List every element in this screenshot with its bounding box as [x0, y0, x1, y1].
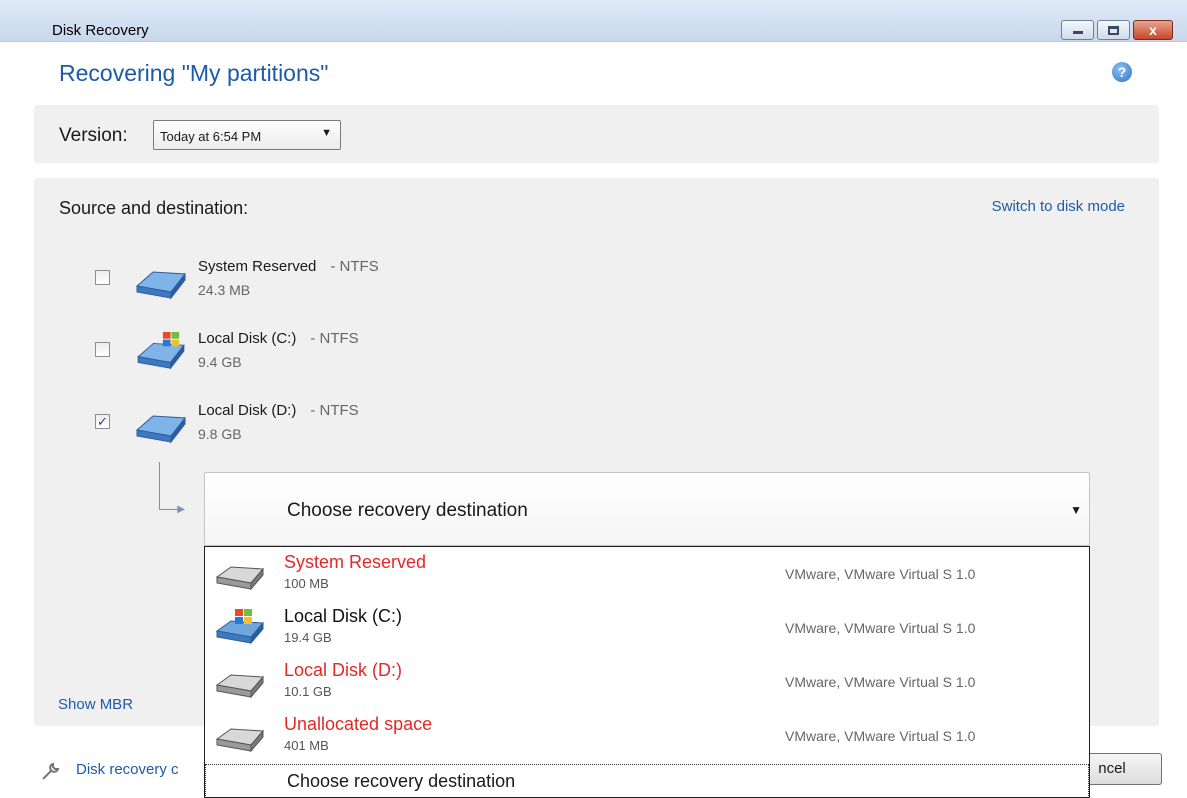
switch-to-disk-mode-link[interactable]: Switch to disk mode [992, 198, 1125, 215]
minimize-icon [1072, 31, 1083, 34]
partition-row-local-disk-c[interactable]: Local Disk (C:) - NTFS 9.4 GB [59, 330, 559, 375]
partition-size: 24.3 MB [198, 282, 251, 298]
destination-option-size: 100 MB [284, 576, 329, 591]
partition-checkbox[interactable] [95, 342, 110, 357]
arrow-right-icon: ▶ [177, 504, 185, 515]
page-title: Recovering "My partitions" [59, 60, 329, 86]
chevron-down-icon: ▼ [321, 127, 332, 139]
partition-size: 9.4 GB [198, 354, 242, 370]
wrench-icon [42, 762, 60, 780]
partition-fs: - NTFS [330, 258, 379, 275]
destination-option-name: System Reserved [284, 552, 427, 572]
drive-icon [215, 674, 265, 699]
partition-checkbox[interactable] [95, 270, 110, 285]
partition-row-local-disk-d[interactable]: ✓ Local Disk (D:) - NTFS 9.8 GB [59, 402, 559, 447]
partition-name-text: Local Disk (D:) [198, 402, 297, 419]
destination-option-choose[interactable]: Choose recovery destination [205, 764, 1089, 797]
partition-name: System Reserved - NTFS [198, 258, 379, 275]
partition-name-text: Local Disk (C:) [198, 330, 297, 347]
maximize-icon [1108, 25, 1119, 35]
drive-icon [135, 415, 186, 444]
partition-size: 9.8 GB [198, 426, 242, 442]
maximize-button[interactable] [1097, 20, 1130, 40]
close-icon: x [1149, 22, 1157, 38]
version-select[interactable]: Today at 6:54 PM ▼ [153, 120, 341, 150]
windows-drive-icon [137, 332, 185, 370]
destination-option-size: 401 MB [284, 738, 329, 753]
source-destination-label: Source and destination: [59, 198, 249, 218]
window-titlebar: Disk Recovery x [0, 0, 1187, 42]
destination-option-size: 10.1 GB [284, 684, 332, 699]
destination-option-disk: VMware, VMware Virtual S 1.0 [785, 566, 976, 582]
version-label: Version: [59, 125, 128, 146]
destination-option-size: 19.4 GB [284, 630, 332, 645]
partition-fs: - NTFS [310, 402, 359, 419]
destination-option-system-reserved[interactable]: System Reserved 100 MB VMware, VMware Vi… [205, 547, 1089, 601]
recovery-destination-select[interactable]: Choose recovery destination ▼ [204, 472, 1090, 546]
help-icon[interactable]: ? [1112, 62, 1132, 82]
partition-row-system-reserved[interactable]: System Reserved - NTFS 24.3 MB [59, 258, 559, 303]
close-button[interactable]: x [1133, 20, 1173, 40]
destination-option-disk: VMware, VMware Virtual S 1.0 [785, 620, 976, 636]
destination-option-disk: VMware, VMware Virtual S 1.0 [785, 674, 976, 690]
connector-line: ▶ [159, 462, 185, 515]
version-panel: Version: Today at 6:54 PM ▼ [34, 105, 1159, 163]
recovery-destination-label: Choose recovery destination [287, 500, 528, 521]
partition-name-text: System Reserved [198, 258, 317, 275]
minimize-button[interactable] [1061, 20, 1094, 40]
destination-option-name: Local Disk (D:) [284, 660, 403, 680]
windows-drive-icon [215, 609, 265, 645]
destination-option-name: Unallocated space [284, 714, 433, 734]
drive-icon [135, 271, 186, 300]
partition-name: Local Disk (D:) - NTFS [198, 402, 359, 419]
destination-option-local-disk-d[interactable]: Local Disk (D:) 10.1 GB VMware, VMware V… [205, 655, 1089, 709]
partition-checkbox-checked[interactable]: ✓ [95, 414, 110, 429]
destination-option-name: Local Disk (C:) [284, 606, 403, 626]
destination-option-local-disk-c[interactable]: Local Disk (C:) 19.4 GB VMware, VMware V… [205, 601, 1089, 655]
partition-fs: - NTFS [310, 330, 359, 347]
window-title: Disk Recovery [52, 22, 149, 39]
drive-icon [215, 566, 265, 591]
version-selected-value: Today at 6:54 PM [160, 129, 262, 144]
partition-name: Local Disk (C:) - NTFS [198, 330, 359, 347]
window-controls: x [1061, 20, 1173, 40]
destination-option-disk: VMware, VMware Virtual S 1.0 [785, 728, 976, 744]
disk-recovery-link[interactable]: Disk recovery c [76, 761, 179, 778]
destination-selected-label: Choose recovery destination [287, 771, 516, 791]
drive-icon [215, 728, 265, 753]
chevron-down-icon: ▼ [1070, 503, 1082, 517]
show-mbr-link[interactable]: Show MBR [58, 696, 133, 713]
destination-option-unallocated-space[interactable]: Unallocated space 401 MB VMware, VMware … [205, 709, 1089, 763]
recovery-destination-dropdown: System Reserved 100 MB VMware, VMware Vi… [204, 546, 1090, 798]
